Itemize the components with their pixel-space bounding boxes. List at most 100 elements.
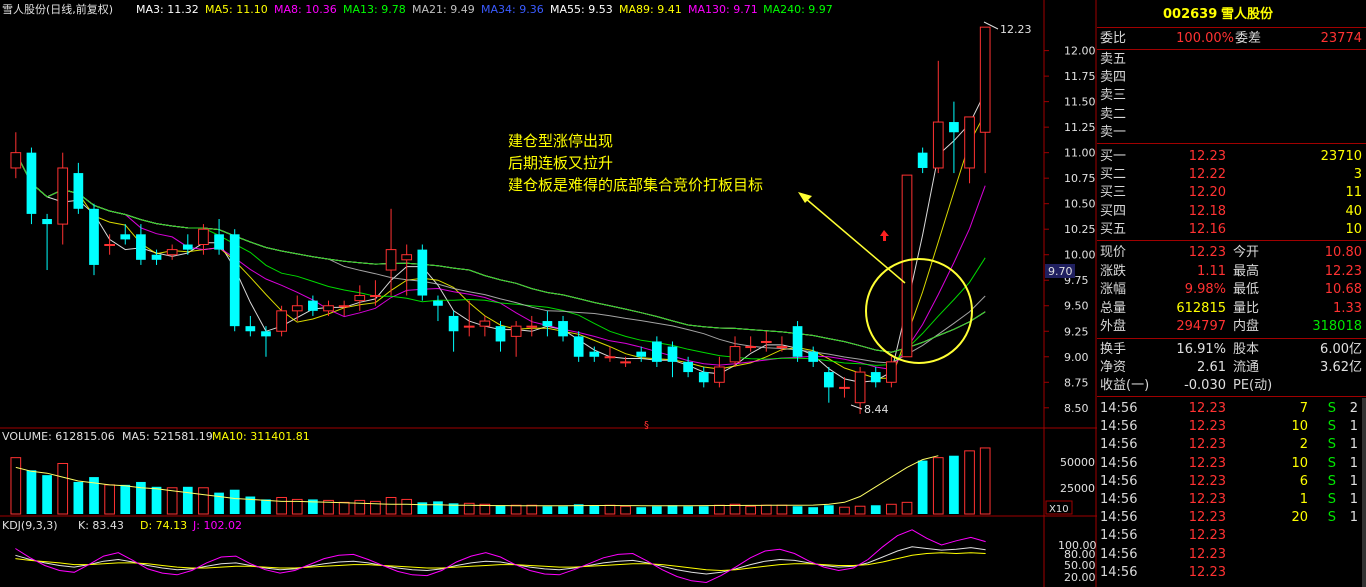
tick-price: 12.23 xyxy=(1188,401,1226,416)
candle-body xyxy=(73,173,84,209)
tick-count: 1 xyxy=(1349,492,1358,507)
volume-bar xyxy=(667,505,678,514)
buy-price: 12.23 xyxy=(1188,149,1226,164)
tick-row[interactable]: 14:56 12.23 2 S 1 xyxy=(1097,436,1366,454)
volume-bar xyxy=(433,501,443,514)
fundamental-row: 收益(一) -0.030 PE(动) xyxy=(1097,377,1366,395)
price-tick-label: 11.25 xyxy=(1064,121,1096,134)
ma-legend-item: MA3: 11.32 xyxy=(136,3,199,16)
sell-row: 卖四 xyxy=(1097,69,1366,87)
candle-body xyxy=(182,244,193,250)
tick-row[interactable]: 14:56 12.23 xyxy=(1097,564,1366,582)
buy-price: 12.16 xyxy=(1188,221,1226,237)
tick-time: 14:56 xyxy=(1100,528,1138,544)
fundamental-label: 股本 xyxy=(1233,342,1260,357)
ma-legend-item: MA8: 10.36 xyxy=(274,3,337,16)
fundamental-label: 换手 xyxy=(1100,342,1127,357)
tick-row[interactable]: 14:56 12.23 10 S 1 xyxy=(1097,418,1366,436)
stat-row: 总量 612815 量比 1.33 xyxy=(1097,300,1366,318)
volume-bar xyxy=(510,504,522,515)
candle-body xyxy=(291,305,303,312)
price-tick-label: 9.00 xyxy=(1064,351,1089,364)
low-price-label: 8.44 xyxy=(864,403,889,416)
buy-volume: 23710 xyxy=(1320,149,1362,164)
kline-chart[interactable]: 雪人股份(日线,前复权) MA3: 11.32 MA5: 11.10 MA8: 10… xyxy=(0,0,1097,587)
volume-bar xyxy=(698,506,709,514)
stat-label: 最低 xyxy=(1233,282,1260,298)
volume-bar xyxy=(42,475,52,514)
buy-volume: 40 xyxy=(1345,203,1362,219)
tick-time: 14:56 xyxy=(1100,437,1138,453)
divider xyxy=(1097,240,1366,241)
candle-body xyxy=(308,300,318,311)
volume-bar xyxy=(417,502,428,514)
tick-row[interactable]: 14:56 12.23 10 S 1 xyxy=(1097,455,1366,473)
high-price-label: 12.23 xyxy=(1000,23,1032,36)
stat-label: 现价 xyxy=(1100,245,1127,260)
candle-body xyxy=(495,326,506,342)
tick-side: S xyxy=(1327,401,1336,416)
tick-price: 12.23 xyxy=(1188,455,1226,471)
candle-body xyxy=(745,346,757,349)
annotation-line-2: 后期连板又拉升 xyxy=(508,154,613,172)
tick-row[interactable]: 14:56 12.23 7 S 2 xyxy=(1097,400,1366,418)
volume-bar xyxy=(760,504,772,515)
candle-body xyxy=(558,321,568,337)
candle-body xyxy=(636,351,647,357)
price-tick-label: 8.50 xyxy=(1064,402,1089,415)
annotation-arrow-line xyxy=(804,197,906,284)
ma-legend-item: MA130: 9.71 xyxy=(688,3,758,16)
kdj-k: K: 83.43 xyxy=(78,519,124,532)
stat-row: 涨幅 9.98% 最低 10.68 xyxy=(1097,281,1366,299)
buy-label: 买三 xyxy=(1100,185,1127,201)
tick-row[interactable]: 14:56 12.23 1 S 1 xyxy=(1097,491,1366,509)
buy-row: 买一 12.23 23710 xyxy=(1097,148,1366,166)
candle-body xyxy=(886,361,897,383)
sell-label: 卖三 xyxy=(1100,88,1127,104)
stat-row: 现价 12.23 今开 10.80 xyxy=(1097,244,1366,262)
ma-legend-item: MA89: 9.41 xyxy=(619,3,682,16)
volume-bar xyxy=(604,504,616,515)
candle-body xyxy=(776,346,788,349)
candle-body xyxy=(932,121,944,169)
buy-label: 买二 xyxy=(1100,167,1127,183)
volume-bar xyxy=(401,498,413,515)
candle-body xyxy=(573,336,584,357)
tick-row[interactable]: 14:56 12.23 20 S 1 xyxy=(1097,509,1366,527)
ma-legend: MA3: 11.32 MA5: 11.10 MA8: 10.36 MA13: 9.78… xyxy=(136,3,833,16)
volume-bar xyxy=(776,504,788,515)
candle-body xyxy=(760,340,772,343)
volume-bar xyxy=(979,447,991,515)
tick-price: 12.23 xyxy=(1188,528,1226,544)
stock-name: 雪人股份 xyxy=(1221,7,1274,22)
sell-label: 卖五 xyxy=(1100,52,1127,67)
tick-time: 14:56 xyxy=(1100,492,1138,507)
tick-row[interactable]: 14:56 12.23 xyxy=(1097,546,1366,564)
annotation-line-3: 建仓板是难得的底部集合竞价打板目标 xyxy=(508,176,763,194)
tick-count: 2 xyxy=(1349,401,1358,416)
candle-body xyxy=(652,341,662,362)
candle-body xyxy=(949,122,959,133)
sell-row: 卖五 xyxy=(1097,51,1366,69)
tick-row[interactable]: 14:56 12.23 6 S 1 xyxy=(1097,473,1366,491)
tick-price: 12.23 xyxy=(1188,437,1226,453)
candle-body xyxy=(510,325,522,337)
candle-body xyxy=(10,152,22,169)
volume-bar xyxy=(151,486,162,514)
volume-bar xyxy=(385,496,397,515)
buy-label: 买一 xyxy=(1100,149,1127,164)
scrollbar[interactable] xyxy=(1362,398,1366,587)
tick-row[interactable]: 14:56 12.23 xyxy=(1097,527,1366,545)
candle-body xyxy=(354,295,366,302)
sell-row: 卖一 xyxy=(1097,124,1366,142)
volume-bar xyxy=(495,505,506,514)
volume-bar xyxy=(261,499,271,514)
candle-body xyxy=(245,326,256,332)
tick-volume: 2 xyxy=(1299,437,1308,453)
candle-body xyxy=(870,372,881,383)
volume-bar xyxy=(589,505,600,514)
price-tick-label: 12.00 xyxy=(1064,45,1096,58)
buy-label: 买四 xyxy=(1100,203,1127,219)
stat-value: 1.11 xyxy=(1197,263,1226,279)
stat-label: 最高 xyxy=(1233,263,1260,279)
